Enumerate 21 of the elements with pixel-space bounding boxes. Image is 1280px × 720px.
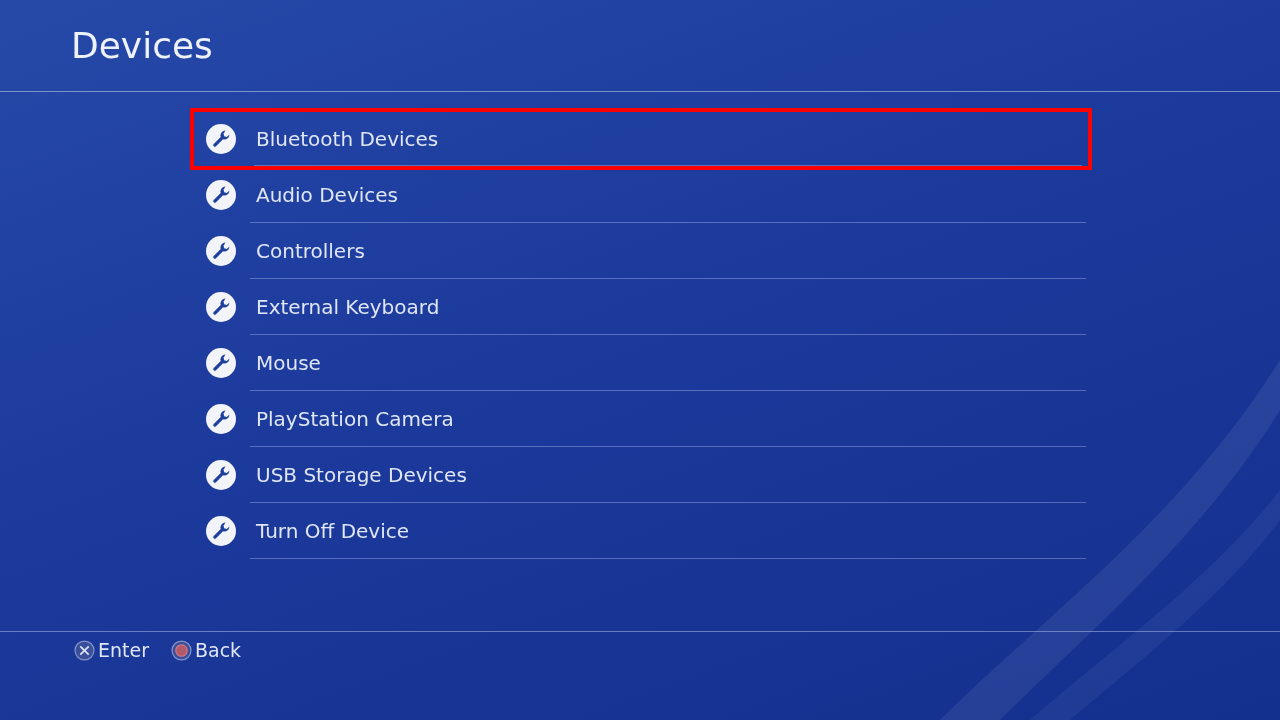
- circle-button-icon: [171, 639, 192, 661]
- wrench-icon: [206, 348, 236, 378]
- menu-item[interactable]: PlayStation Camera: [190, 391, 1092, 447]
- menu-item[interactable]: Audio Devices: [190, 167, 1092, 223]
- wrench-icon: [206, 292, 236, 322]
- wrench-icon: [206, 236, 236, 266]
- menu-item[interactable]: Mouse: [190, 335, 1092, 391]
- menu-item[interactable]: Turn Off Device: [190, 503, 1092, 559]
- cross-button-icon: [74, 639, 95, 661]
- menu-item[interactable]: Bluetooth Devices: [190, 108, 1092, 170]
- hint-label: Enter: [98, 639, 149, 661]
- wrench-icon: [206, 460, 236, 490]
- wrench-icon: [206, 516, 236, 546]
- menu-item[interactable]: Controllers: [190, 223, 1092, 279]
- wrench-icon: [206, 404, 236, 434]
- wrench-icon: [206, 124, 236, 154]
- wrench-icon: [206, 180, 236, 210]
- menu-item[interactable]: External Keyboard: [190, 279, 1092, 335]
- hint-label: Back: [195, 639, 242, 661]
- menu-item[interactable]: USB Storage Devices: [190, 447, 1092, 503]
- page-title: Devices: [71, 25, 213, 66]
